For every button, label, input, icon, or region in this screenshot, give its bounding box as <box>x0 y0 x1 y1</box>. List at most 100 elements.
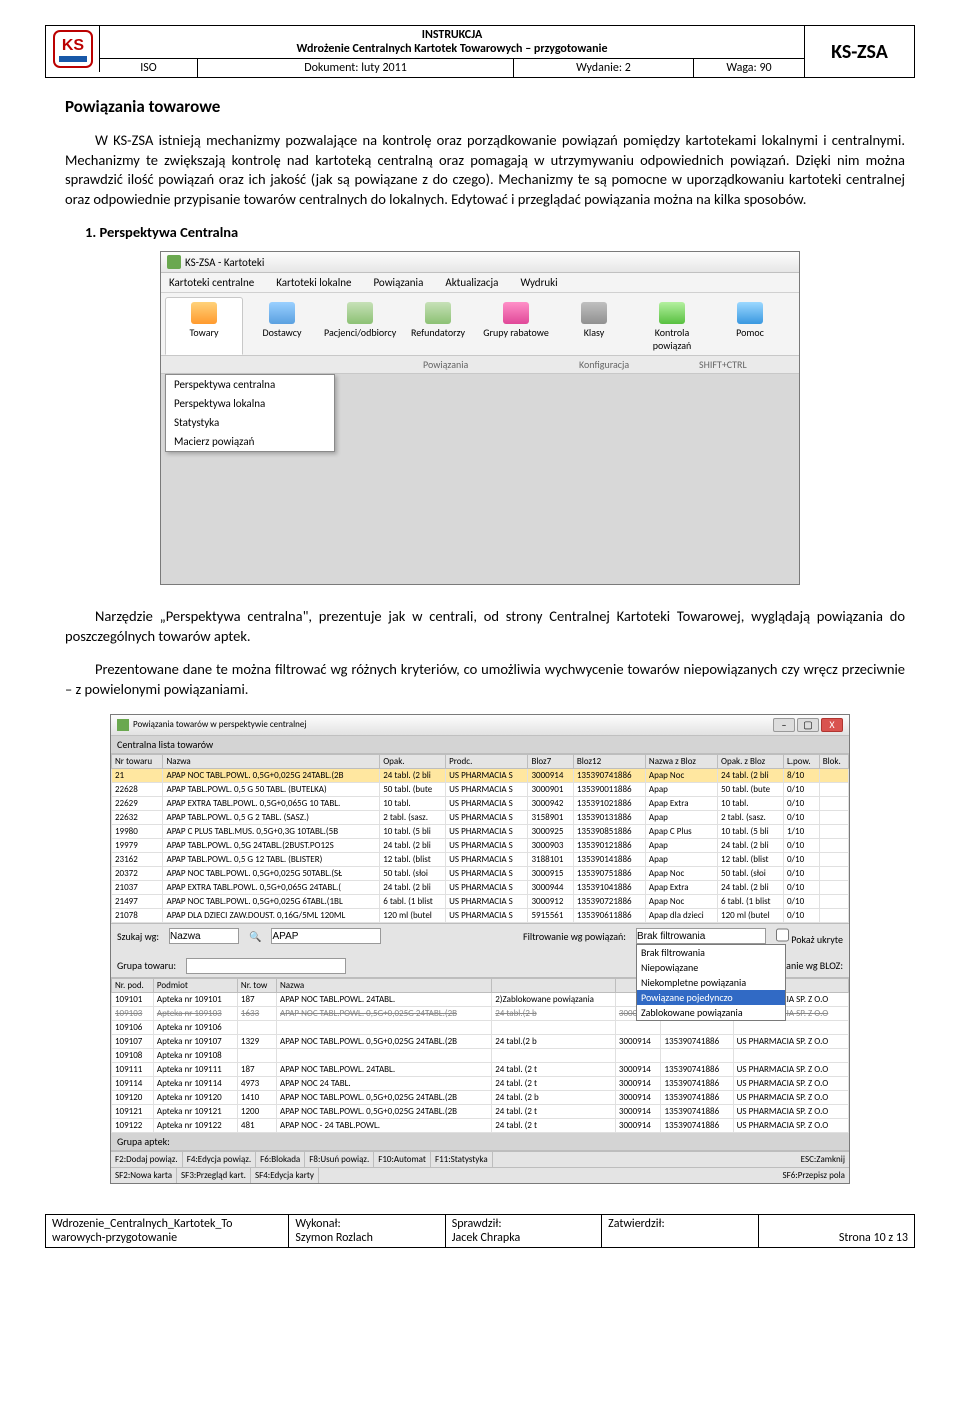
filter-bar: Szukaj wg: 🔍 Filtrowanie wg powiązań: Br… <box>111 923 849 978</box>
table-row[interactable]: 109122Apteka nr 109122481APAP NOC - 24 T… <box>112 1118 849 1132</box>
col-header[interactable]: Prodc. <box>446 754 528 768</box>
app-icon <box>117 719 129 731</box>
page-number: Strona 10 z 13 <box>758 1214 914 1247</box>
window-title: Powiązania towarów w perspektywie centra… <box>133 719 307 730</box>
table-row[interactable]: 109108Apteka nr 109108 <box>112 1048 849 1062</box>
table-row[interactable]: 19979APAP TABL.POWL. 0,5G 24TABL.(2BUST.… <box>112 838 849 852</box>
hdr-brand: KS-ZSA <box>804 26 914 77</box>
col-header[interactable]: Bloz7 <box>528 754 573 768</box>
col-header[interactable]: L.pow. <box>783 754 819 768</box>
tb-pomoc[interactable]: Pomoc <box>711 297 789 355</box>
table-row[interactable]: 22632APAP TABL.POWL. 0,5 G 2 TABL. (SASZ… <box>112 810 849 824</box>
toolbar-sublabels: PowiązaniaKonfiguracjaSHIFT+CTRL <box>161 356 799 374</box>
grupa-aptek-label: Grupa aptek: <box>111 1133 849 1151</box>
tb-refund[interactable]: Refundatorzy <box>399 297 477 355</box>
col-header[interactable]: Podmiot <box>153 978 237 992</box>
table-row[interactable]: 109111Apteka nr 109111187APAP NOC TABL.P… <box>112 1062 849 1076</box>
filter-option[interactable]: Brak filtrowania <box>637 945 785 960</box>
col-header[interactable]: Opak. z Bloz <box>718 754 784 768</box>
filter-powiazan-select[interactable] <box>636 928 766 944</box>
col-header[interactable]: Nazwa <box>277 978 492 992</box>
tb-klasy[interactable]: Klasy <box>555 297 633 355</box>
goods-icon <box>191 302 217 324</box>
check-icon <box>659 302 685 324</box>
menubar[interactable]: Kartoteki centralne Kartoteki lokalne Po… <box>161 273 799 293</box>
table-row[interactable]: 109114Apteka nr 1091144973APAP NOC 24 TA… <box>112 1076 849 1090</box>
label: Szukaj wg: <box>117 930 159 943</box>
table-row[interactable]: 21APAP NOC TABL.POWL. 0,5G+0,025G 24TABL… <box>112 768 849 782</box>
fn-key[interactable]: SF4:Edycja karty <box>251 1168 319 1183</box>
group-select[interactable] <box>186 958 346 974</box>
table-row[interactable]: 21497APAP NOC TABL.POWL. 0,5G+0,025G 6TA… <box>112 894 849 908</box>
tb-kontrola[interactable]: Kontrola powiązań <box>633 297 711 355</box>
table-row[interactable]: 22628APAP TABL.POWL. 0,5 G 50 TABL. (BUT… <box>112 782 849 796</box>
dropdown-item[interactable]: Perspektywa centralna <box>166 375 334 394</box>
fn-key[interactable]: F2:Dodaj powiąz. <box>111 1152 183 1167</box>
app-icon <box>167 255 181 269</box>
grid-central[interactable]: Nr towaruNazwaOpak.Prodc.Bloz7Bloz12Nazw… <box>111 754 849 923</box>
table-row[interactable]: 21037APAP EXTRA TABL.POWL. 0,5G+0,065G 2… <box>112 880 849 894</box>
table-row[interactable]: 23162APAP TABL.POWL. 0,5 G 12 TABL. (BLI… <box>112 852 849 866</box>
dropdown-item[interactable]: Macierz powiązań <box>166 432 334 451</box>
minimize-button[interactable]: – <box>773 718 795 732</box>
fn-key[interactable]: F8:Usuń powiąz. <box>305 1152 374 1167</box>
close-button[interactable]: X <box>821 718 843 732</box>
dropdown-item[interactable]: Perspektywa lokalna <box>166 394 334 413</box>
table-row[interactable]: 109107Apteka nr 1091071329APAP NOC TABL.… <box>112 1034 849 1048</box>
hdr-title1: INSTRUKCJA <box>100 26 804 42</box>
search-field-select[interactable] <box>169 928 239 944</box>
hdr-doc: Dokument: luty 2011 <box>198 59 514 77</box>
tb-pacjenci[interactable]: Pacjenci/odbiorcy <box>321 297 399 355</box>
col-header[interactable] <box>492 978 616 992</box>
table-row[interactable]: 109121Apteka nr 1091211200APAP NOC TABL.… <box>112 1104 849 1118</box>
search-input[interactable] <box>271 928 381 944</box>
tb-dostawcy[interactable]: Dostawcy <box>243 297 321 355</box>
menu-item[interactable]: Aktualizacja <box>445 276 498 289</box>
filter-option[interactable]: Niepowiązane <box>637 960 785 975</box>
table-row[interactable]: 109120Apteka nr 1091201410APAP NOC TABL.… <box>112 1090 849 1104</box>
table-row[interactable]: 21078APAP DLA DZIECI ZAW.DOUST. 0,16G/5M… <box>112 908 849 922</box>
section-title: Powiązania towarowe <box>65 96 915 117</box>
col-header[interactable]: Opak. <box>380 754 446 768</box>
fn-key[interactable]: SF3:Przegląd kart. <box>177 1168 251 1183</box>
tb-grupy[interactable]: Grupy rabatowe <box>477 297 555 355</box>
table-row[interactable]: 20372APAP NOC TABL.POWL. 0,5G+0,025G 50T… <box>112 866 849 880</box>
show-hidden-checkbox[interactable]: Pokaż ukryte <box>776 927 843 946</box>
fn-key[interactable]: F6:Blokada <box>256 1152 305 1167</box>
col-header[interactable]: Nr. tow <box>237 978 276 992</box>
table-row[interactable]: 22629APAP EXTRA TABL.POWL. 0,5G+0,065G 1… <box>112 796 849 810</box>
hdr-waga: Waga: 90 <box>694 59 804 77</box>
table-row[interactable]: 109106Apteka nr 109106 <box>112 1020 849 1034</box>
menu-item[interactable]: Wydruki <box>520 276 557 289</box>
screenshot-perspektywa: Powiązania towarów w perspektywie centra… <box>110 714 850 1184</box>
col-header[interactable]: Nazwa <box>163 754 380 768</box>
col-header[interactable]: Nr. pod. <box>112 978 154 992</box>
table-row[interactable]: 19980APAP C PLUS TABL.MUS. 0,5G+0,3G 10T… <box>112 824 849 838</box>
maximize-button[interactable]: ▢ <box>797 718 819 732</box>
fn-key[interactable]: SF2:Nowa karta <box>111 1168 177 1183</box>
fn-key[interactable]: F10:Automat <box>374 1152 431 1167</box>
paragraph-3: Prezentowane dane te można filtrować wg … <box>65 660 905 699</box>
hdr-iso: ISO <box>100 59 198 77</box>
col-header[interactable]: Blok. <box>819 754 848 768</box>
fn-key[interactable]: F11:Statystyka <box>431 1152 493 1167</box>
fn-key[interactable]: ESC:Zamknij <box>797 1152 849 1167</box>
help-icon <box>737 302 763 324</box>
tb-towary[interactable]: Towary <box>165 297 243 355</box>
menu-item[interactable]: Kartoteki lokalne <box>276 276 351 289</box>
menu-item[interactable]: Powiązania <box>373 276 423 289</box>
fn-key[interactable]: SF6:Przepisz pola <box>778 1168 849 1183</box>
col-header[interactable]: Nr towaru <box>112 754 163 768</box>
dropdown-powiazania[interactable]: Perspektywa centralna Perspektywa lokaln… <box>165 374 335 452</box>
dropdown-item[interactable]: Statystyka <box>166 413 334 432</box>
filter-option[interactable]: Powiązane pojedynczo <box>637 990 785 1005</box>
filter-option[interactable]: Niekompletne powiązania <box>637 975 785 990</box>
menu-item[interactable]: Kartoteki centralne <box>169 276 254 289</box>
col-header[interactable]: Bloz12 <box>573 754 645 768</box>
fn-key[interactable]: F4:Edycja powiąz. <box>183 1152 256 1167</box>
function-bar-2: SF2:Nowa kartaSF3:Przegląd kart.SF4:Edyc… <box>111 1167 849 1183</box>
col-header[interactable]: Nazwa z Bloz <box>645 754 717 768</box>
filter-dropdown-list[interactable]: Brak filtrowania Niepowiązane Niekomplet… <box>636 944 786 1021</box>
filter-option[interactable]: Zablokowane powiązania <box>637 1005 785 1020</box>
keys-icon <box>581 302 607 324</box>
